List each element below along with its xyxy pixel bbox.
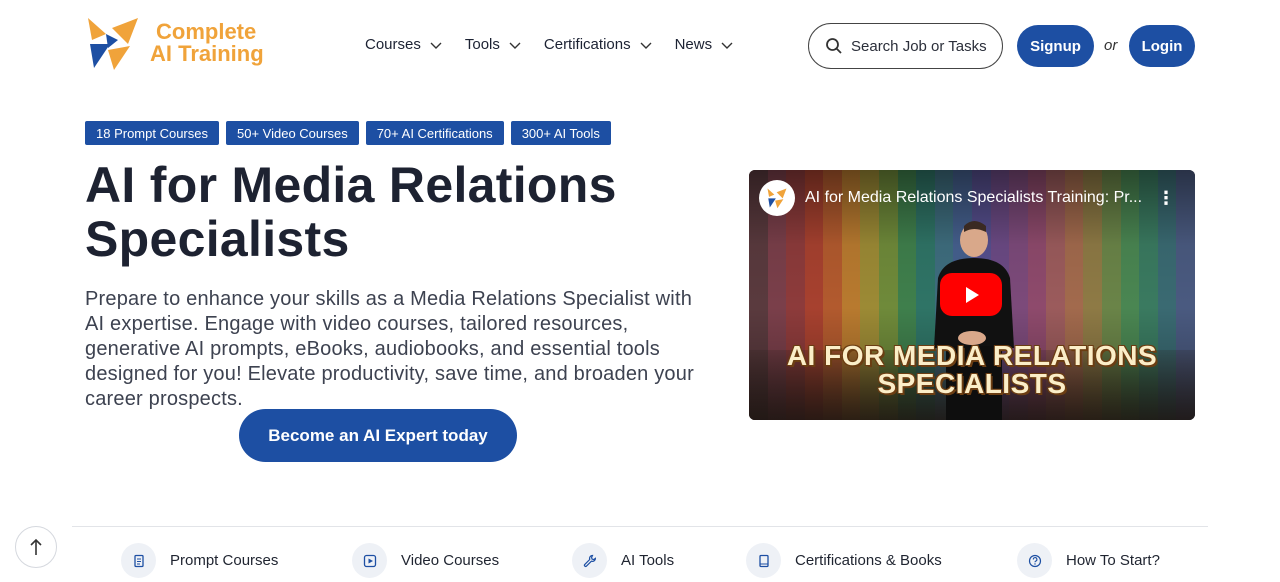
document-icon: [121, 543, 156, 578]
hero-description: Prepare to enhance your skills as a Medi…: [85, 288, 694, 410]
site-logo[interactable]: Complete AI Training: [84, 14, 264, 72]
login-button[interactable]: Login: [1129, 25, 1195, 67]
chevron-down-icon: [721, 42, 733, 49]
quick-link-ai-tools[interactable]: AI Tools: [572, 543, 674, 578]
nav-news[interactable]: News: [675, 36, 735, 53]
or-separator: or: [1104, 37, 1118, 54]
quick-link-certifications-books[interactable]: Certifications & Books: [746, 543, 942, 578]
nav-courses-label: Courses: [365, 36, 421, 53]
quick-link-how-to-start[interactable]: How To Start?: [1017, 543, 1160, 578]
quick-link-label: How To Start?: [1066, 552, 1160, 569]
quick-link-label: AI Tools: [621, 552, 675, 569]
chevron-down-icon: [509, 42, 521, 49]
stats-badges: 18 Prompt Courses 50+ Video Courses 70+ …: [85, 121, 611, 145]
quick-link-video-courses[interactable]: Video Courses: [352, 543, 499, 578]
nav-certifications[interactable]: Certifications: [544, 36, 653, 53]
page-title: AI for Media Relations Specialists: [85, 157, 617, 267]
search-box[interactable]: Search Job or Tasks: [808, 23, 1003, 69]
search-icon: [826, 38, 842, 54]
nav-courses[interactable]: Courses: [365, 36, 443, 53]
logo-mark-icon: [84, 14, 142, 72]
quick-link-label: Prompt Courses: [170, 552, 279, 569]
play-button[interactable]: [940, 273, 1002, 316]
chevron-down-icon: [430, 42, 442, 49]
video-caption: AI FOR MEDIA RELATIONS SPECIALISTS: [749, 342, 1195, 398]
video-title[interactable]: AI for Media Relations Specialists Train…: [805, 189, 1145, 207]
section-divider: [72, 526, 1208, 527]
badge-video-courses[interactable]: 50+ Video Courses: [226, 121, 359, 145]
site-header: Complete AI Training Courses Tools Certi…: [0, 0, 1280, 92]
badge-certifications[interactable]: 70+ AI Certifications: [365, 121, 504, 145]
bottom-quick-links: Prompt Courses Video Courses AI Tools Ce…: [0, 540, 1280, 580]
nav-certifications-label: Certifications: [543, 36, 631, 53]
more-options-icon[interactable]: ⋮: [1157, 188, 1175, 209]
logo-line2: AI Training: [150, 41, 264, 66]
chevron-down-icon: [640, 42, 652, 49]
video-player[interactable]: AI for Media Relations Specialists Train…: [749, 170, 1195, 420]
logo-line1: Complete: [156, 19, 257, 44]
nav-tools-label: Tools: [464, 36, 500, 53]
search-placeholder: Search Job or Tasks: [851, 37, 987, 55]
channel-avatar[interactable]: [759, 180, 795, 216]
video-caption-line1: AI FOR MEDIA RELATIONS: [786, 340, 1158, 371]
main-nav: Courses Tools Certifications News: [365, 36, 756, 53]
book-icon: [746, 543, 781, 578]
quick-link-prompt-courses[interactable]: Prompt Courses: [121, 543, 278, 578]
cta-button[interactable]: Become an AI Expert today: [239, 409, 517, 462]
nav-tools[interactable]: Tools: [465, 36, 522, 53]
video-play-icon: [352, 543, 387, 578]
badge-prompt-courses[interactable]: 18 Prompt Courses: [85, 121, 219, 145]
logo-text: Complete AI Training: [150, 21, 264, 65]
badge-ai-tools[interactable]: 300+ AI Tools: [510, 121, 611, 145]
quick-link-label: Certifications & Books: [795, 552, 942, 569]
signup-button[interactable]: Signup: [1017, 25, 1094, 67]
quick-link-label: Video Courses: [401, 552, 500, 569]
video-caption-line2: SPECIALISTS: [877, 368, 1067, 399]
play-icon: [966, 286, 979, 303]
wrench-icon: [572, 543, 607, 578]
nav-news-label: News: [674, 36, 713, 53]
question-circle-icon: [1017, 543, 1052, 578]
